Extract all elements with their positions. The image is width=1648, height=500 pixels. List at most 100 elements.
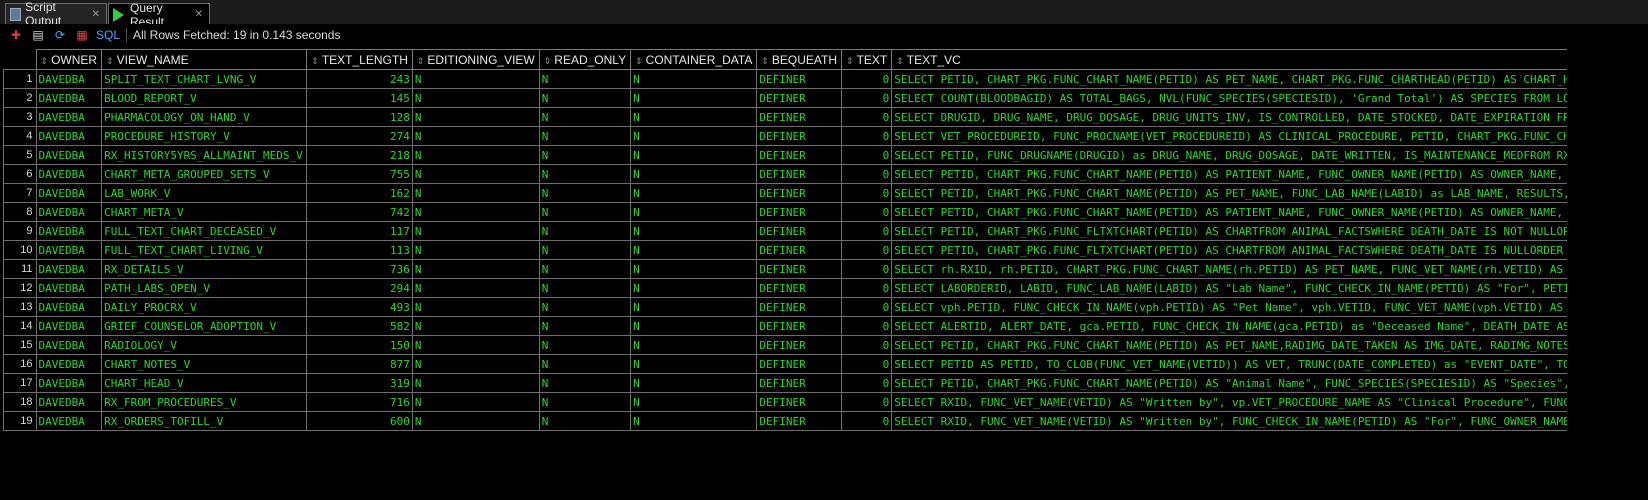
cell-owner[interactable]: DAVEDBA [35,126,103,146]
cell-view-name[interactable]: BLOOD_REPORT_V [101,88,308,108]
cell-editioning-view[interactable]: N [411,240,540,260]
cell-owner[interactable]: DAVEDBA [35,145,103,165]
cell-read-only[interactable]: N [538,278,632,298]
cell-text-length[interactable]: 877 [306,354,413,374]
cell-text[interactable]: 0 [841,107,893,127]
cell-owner[interactable]: DAVEDBA [35,183,103,203]
cell-text-length[interactable]: 243 [306,69,413,89]
table-row[interactable]: 17 DAVEDBA CHART_HEAD_V 319 N N N DEFINER 0 SELEC… [3,373,1648,393]
cell-view-name[interactable]: FULL_TEXT_CHART_DECEASED_V [101,221,308,241]
refresh-icon[interactable]: ⟳ [52,27,68,43]
cell-view-name[interactable]: LAB_WORK_V [101,183,308,203]
cell-read-only[interactable]: N [538,297,632,317]
table-row[interactable]: 15 DAVEDBA RADIOLOGY_V 150 N N N DEFINER 0 SELECT… [3,335,1648,355]
cell-view-name[interactable]: RX_HISTORY5YRS_ALLMAINT_MEDS_V [101,145,308,165]
cell-text-vc[interactable]: SELECT PETID AS PETID, TO_CLOB(FUNC_VET_… [891,354,1648,374]
table-row[interactable]: 5 DAVEDBA RX_HISTORY5YRS_ALLMAINT_MEDS_V 21… [3,145,1648,165]
cell-editioning-view[interactable]: N [411,411,540,431]
cell-owner[interactable]: DAVEDBA [35,335,103,355]
cell-view-name[interactable]: RX_DETAILS_V [101,259,308,279]
cell-editioning-view[interactable]: N [411,164,540,184]
table-row[interactable]: 18 DAVEDBA RX_FROM_PROCEDURES_V 716 N N N DEFIN… [3,392,1648,412]
cell-text-vc[interactable]: SELECT PETID, CHART_PKG.FUNC_CHART_NAME(… [891,69,1648,89]
cell-text[interactable]: 0 [841,297,893,317]
cell-editioning-view[interactable]: N [411,259,540,279]
cell-owner[interactable]: DAVEDBA [35,259,103,279]
cell-read-only[interactable]: N [538,240,632,260]
cell-container-data[interactable]: N [630,69,758,89]
cell-text-vc[interactable]: SELECT PETID, CHART_PKG.FUNC_FLTXTCHART(… [891,221,1648,241]
cell-view-name[interactable]: PATH_LABS_OPEN_V [101,278,308,298]
tab-script-output[interactable]: Script Output ✕ [5,0,107,28]
cell-container-data[interactable]: N [630,354,758,374]
cell-text[interactable]: 0 [841,69,893,89]
table-row[interactable]: 9 DAVEDBA FULL_TEXT_CHART_DECEASED_V 117 N N N… [3,221,1648,241]
cell-editioning-view[interactable]: N [411,354,540,374]
table-row[interactable]: 6 DAVEDBA CHART_META_GROUPED_SETS_V 755 N N N D… [3,164,1648,184]
cell-read-only[interactable]: N [538,88,632,108]
cell-text-vc[interactable]: SELECT PETID, CHART_PKG.FUNC_CHART_NAME(… [891,202,1648,222]
sql-button[interactable]: SQL [96,28,120,42]
table-row[interactable]: 8 DAVEDBA CHART_META_V 742 N N N DEFINER 0 SELECT… [3,202,1648,222]
cell-container-data[interactable]: N [630,221,758,241]
cell-view-name[interactable]: RADIOLOGY_V [101,335,308,355]
cell-text-length[interactable]: 742 [306,202,413,222]
cell-text-vc[interactable]: SELECT PETID, CHART_PKG.FUNC_CHART_NAME(… [891,335,1648,355]
cell-owner[interactable]: DAVEDBA [35,88,103,108]
cell-editioning-view[interactable]: N [411,335,540,355]
cell-container-data[interactable]: N [630,278,758,298]
close-icon[interactable]: ✕ [92,9,100,20]
cell-editioning-view[interactable]: N [411,107,540,127]
cell-view-name[interactable]: RX_FROM_PROCEDURES_V [101,392,308,412]
cell-read-only[interactable]: N [538,164,632,184]
result-grid[interactable]: ⇕ OWNER ⇕ VIEW_NAME ⇕ TEXT_LENGTH ⇕ EDITIONI… [3,49,1648,431]
print-icon[interactable]: ▤ [30,27,46,43]
cell-container-data[interactable]: N [630,164,758,184]
cell-view-name[interactable]: PROCEDURE_HISTORY_V [101,126,308,146]
cell-text-vc[interactable]: SELECT VET_PROCEDUREID, FUNC_PROCNAME(VE… [891,126,1648,146]
cell-container-data[interactable]: N [630,107,758,127]
column-header-text-vc[interactable]: ⇕ TEXT_VC [891,49,1648,70]
cell-bequeath[interactable]: DEFINER [756,126,843,146]
cell-bequeath[interactable]: DEFINER [756,259,843,279]
cell-text[interactable]: 0 [841,183,893,203]
column-header-bequeath[interactable]: ⇕ BEQUEATH [756,49,843,70]
cell-text-length[interactable]: 145 [306,88,413,108]
cell-text-vc[interactable]: SELECT PETID, CHART_PKG.FUNC_CHART_NAME(… [891,183,1648,203]
cell-read-only[interactable]: N [538,411,632,431]
cell-text-length[interactable]: 218 [306,145,413,165]
cell-editioning-view[interactable]: N [411,373,540,393]
table-row[interactable]: 4 DAVEDBA PROCEDURE_HISTORY_V 274 N N N DEFINER… [3,126,1648,146]
cell-editioning-view[interactable]: N [411,88,540,108]
table-row[interactable]: 1 DAVEDBA SPLIT_TEXT_CHART_LVNG_V 243 N N N DEF… [3,69,1648,89]
cell-container-data[interactable]: N [630,202,758,222]
column-header-text-length[interactable]: ⇕ TEXT_LENGTH [306,49,413,70]
cell-editioning-view[interactable]: N [411,202,540,222]
column-header-editioning-view[interactable]: ⇕ EDITIONING_VIEW [411,49,540,70]
cell-view-name[interactable]: FULL_TEXT_CHART_LIVING_V [101,240,308,260]
cell-view-name[interactable]: DAILY_PROCRX_V [101,297,308,317]
cell-container-data[interactable]: N [630,183,758,203]
cell-owner[interactable]: DAVEDBA [35,69,103,89]
cell-text-vc[interactable]: SELECT RXID, FUNC_VET_NAME(VETID) AS "Wr… [891,392,1648,412]
cell-bequeath[interactable]: DEFINER [756,183,843,203]
export-icon[interactable]: ▦ [74,27,90,43]
table-row[interactable]: 7 DAVEDBA LAB_WORK_V 162 N N N DEFINER 0 SELECT P… [3,183,1648,203]
cell-text-vc[interactable]: SELECT LABORDERID, LABID, FUNC_LAB_NAME(… [891,278,1648,298]
cell-editioning-view[interactable]: N [411,278,540,298]
cell-text[interactable]: 0 [841,202,893,222]
cell-text-vc[interactable]: SELECT PETID, CHART_PKG.FUNC_CHART_NAME(… [891,373,1648,393]
cell-read-only[interactable]: N [538,107,632,127]
table-row[interactable]: 13 DAVEDBA DAILY_PROCRX_V 493 N N N DEFINER 0 SEL… [3,297,1648,317]
column-header-text[interactable]: ⇕ TEXT [841,49,893,70]
cell-text-length[interactable]: 716 [306,392,413,412]
cell-bequeath[interactable]: DEFINER [756,354,843,374]
cell-bequeath[interactable]: DEFINER [756,202,843,222]
pin-icon[interactable]: ✚ [8,27,24,43]
cell-read-only[interactable]: N [538,69,632,89]
column-header-view-name[interactable]: ⇕ VIEW_NAME [101,49,308,70]
cell-text-length[interactable]: 600 [306,411,413,431]
cell-editioning-view[interactable]: N [411,392,540,412]
cell-owner[interactable]: DAVEDBA [35,278,103,298]
cell-text-length[interactable]: 294 [306,278,413,298]
